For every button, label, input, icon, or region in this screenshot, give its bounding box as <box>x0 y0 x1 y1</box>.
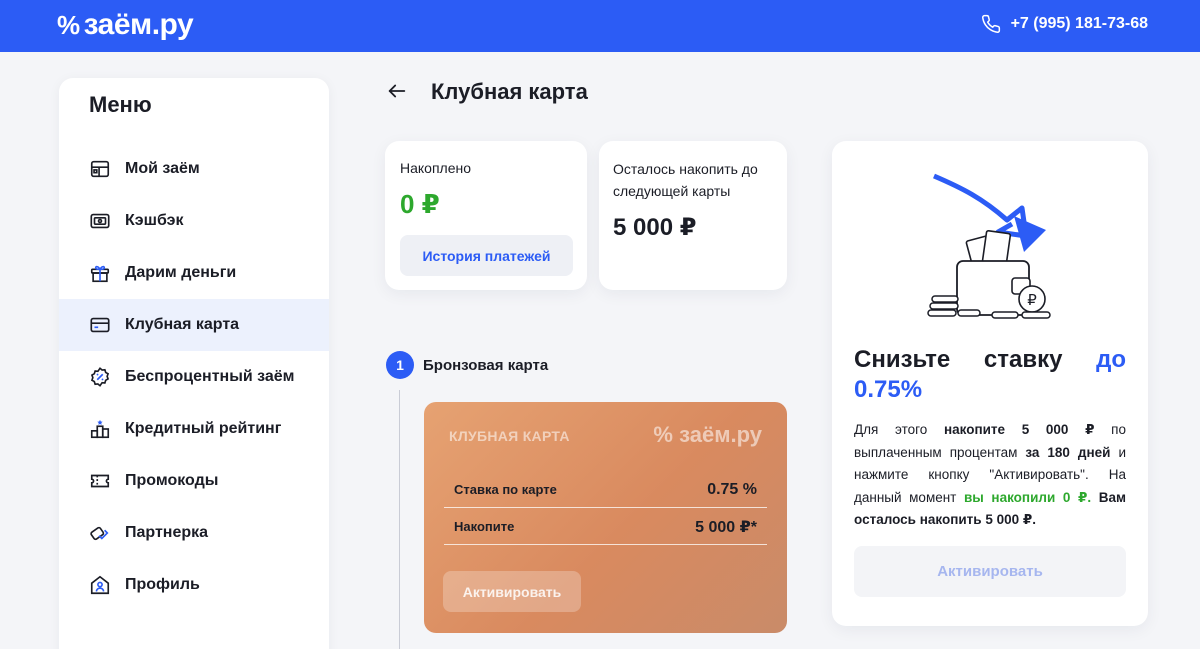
club-card-row-value: 5 000 ₽* <box>695 518 757 536</box>
step-title: Бронзовая карта <box>423 357 549 374</box>
sidebar-menu: Мой заём Кэшбэк Дарим деньги Клубная кар… <box>59 143 329 611</box>
club-card-row-label: Ставка по карте <box>454 482 557 497</box>
club-card-row-value: 0.75 % <box>707 480 757 498</box>
payment-history-button[interactable]: История платежей <box>400 235 573 276</box>
club-card-title: КЛУБНАЯ КАРТА <box>449 428 570 444</box>
sidebar-item-label: Кэшбэк <box>125 212 184 229</box>
sidebar-item-label: Партнерка <box>125 524 209 541</box>
promo-title-accent: до <box>1096 346 1126 373</box>
sidebar-item-credit-rating[interactable]: Кредитный рейтинг <box>59 403 329 455</box>
promo-text-bold: за 180 дней <box>1025 444 1111 460</box>
sidebar-item-label: Клубная карта <box>125 316 240 333</box>
phone-number: +7 (995) 181-73-68 <box>1010 15 1148 32</box>
logo-text: заём.ру <box>83 8 194 41</box>
logo[interactable]: % заём.ру <box>57 8 194 42</box>
loan-icon <box>89 158 111 180</box>
promo-text-green: вы накопили 0 ₽. <box>963 489 1092 505</box>
cashback-icon <box>89 210 111 232</box>
logo-mark: % <box>57 9 80 40</box>
remaining-value: 5 000 ₽ <box>613 214 697 241</box>
sidebar-item-profile[interactable]: Профиль <box>59 559 329 611</box>
promo-title-main: Снизьте ставку <box>854 346 1063 373</box>
promo-card: ₽ Снизьте ставку до 0.75% Для этого нако… <box>832 141 1148 626</box>
ticket-icon <box>89 470 111 492</box>
gift-icon <box>89 262 111 284</box>
promo-title: Снизьте ставку до <box>854 345 1126 375</box>
logo-mark: % <box>653 422 673 447</box>
club-card-row-accumulate: Накопите 5 000 ₽* <box>444 509 767 545</box>
remaining-label: Осталось накопить до следующей карты <box>613 161 758 199</box>
promo-text-bold: накопите 5 000 ₽ <box>943 422 1095 437</box>
wallet-rate-down-illustration: ₽ <box>927 173 1051 319</box>
step-timeline-line <box>399 390 400 649</box>
svg-text:₽: ₽ <box>1027 291 1037 309</box>
promo-description: Для этого накопите 5 000 ₽ по выплаченны… <box>854 419 1126 532</box>
sidebar: Меню Мой заём Кэшбэк Дарим деньги Клубна… <box>59 78 329 649</box>
sidebar-item-interest-free[interactable]: Беспроцентный заём <box>59 351 329 403</box>
club-card-logo: % заём.ру <box>653 422 762 448</box>
promo-text-part: Для этого <box>854 422 944 437</box>
remaining-card: Осталось накопить до следующей карты 5 0… <box>599 141 787 290</box>
sidebar-item-label: Кредитный рейтинг <box>125 420 282 437</box>
page-title: Клубная карта <box>431 79 588 104</box>
sidebar-item-my-loan[interactable]: Мой заём <box>59 143 329 195</box>
sidebar-item-club-card[interactable]: Клубная карта <box>59 299 329 351</box>
phone-icon <box>981 14 1000 33</box>
sidebar-item-label: Профиль <box>125 576 200 593</box>
sidebar-item-partners[interactable]: Партнерка <box>59 507 329 559</box>
club-card-row-label: Накопите <box>454 519 515 534</box>
sidebar-item-promocodes[interactable]: Промокоды <box>59 455 329 507</box>
rating-icon <box>89 418 111 440</box>
accumulated-label: Накоплено <box>400 160 472 176</box>
accumulated-value: 0 ₽ <box>400 189 440 219</box>
step-number-badge: 1 <box>386 351 414 379</box>
top-header: % заём.ру +7 (995) 181-73-68 <box>0 0 1200 52</box>
sidebar-title: Меню <box>89 92 152 117</box>
handshake-icon <box>89 522 111 544</box>
sidebar-item-gift[interactable]: Дарим деньги <box>59 247 329 299</box>
percent-badge-icon <box>89 366 111 388</box>
sidebar-item-label: Дарим деньги <box>125 264 237 281</box>
sidebar-item-label: Беспроцентный заём <box>125 368 295 385</box>
card-icon <box>89 314 111 336</box>
phone-link[interactable]: +7 (995) 181-73-68 <box>981 14 1148 34</box>
accumulated-card: Накоплено 0 ₽ История платежей <box>385 141 587 290</box>
back-arrow-icon[interactable] <box>386 80 408 102</box>
club-card-activate-button[interactable]: Активировать <box>443 571 581 612</box>
club-card-logo-text: заём.ру <box>679 422 762 447</box>
promo-activate-button[interactable]: Активировать <box>854 546 1126 597</box>
club-card-row-rate: Ставка по карте 0.75 % <box>444 472 767 508</box>
sidebar-item-cashback[interactable]: Кэшбэк <box>59 195 329 247</box>
promo-rate: 0.75% <box>854 376 923 403</box>
profile-icon <box>89 574 111 596</box>
sidebar-item-label: Мой заём <box>125 160 200 177</box>
sidebar-item-label: Промокоды <box>125 472 219 489</box>
